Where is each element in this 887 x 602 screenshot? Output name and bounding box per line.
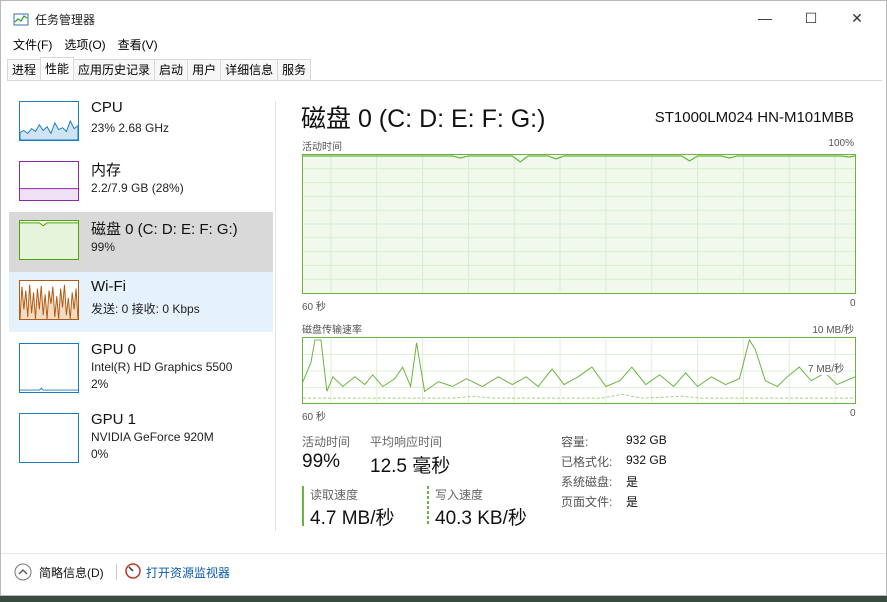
tab-performance[interactable]: 性能 bbox=[40, 57, 75, 80]
transfer-rate-x-end: 0 bbox=[850, 408, 856, 419]
sidebar-item-detail: 23% 2.68 GHz bbox=[91, 121, 170, 135]
footer-divider bbox=[116, 564, 117, 580]
active-time-x-start: 60 秒 bbox=[302, 302, 326, 313]
sidebar-item-detail: 2.2/7.9 GB (28%) bbox=[91, 181, 184, 195]
gpu1-thumbnail-graph bbox=[19, 413, 79, 463]
transfer-rate-mid-label: 7 MB/秒 bbox=[808, 360, 845, 375]
sidebar-item-label: 内存 bbox=[91, 162, 122, 179]
formatted-value: 932 GB bbox=[626, 453, 667, 467]
minimize-button[interactable]: — bbox=[742, 1, 788, 35]
response-time-label: 平均响应时间 bbox=[370, 435, 443, 449]
page-file-value: 是 bbox=[626, 495, 639, 509]
transfer-rate-graph-max: 10 MB/秒 bbox=[812, 325, 854, 336]
formatted-label: 已格式化: bbox=[561, 455, 613, 469]
transfer-rate-x-start: 60 秒 bbox=[302, 412, 326, 423]
gpu0-thumbnail-graph bbox=[19, 343, 79, 393]
sidebar-item-label: GPU 0 bbox=[91, 341, 137, 358]
resource-sidebar: CPU 23% 2.68 GHz 内存 2.2/7.9 GB (28%) 磁盘 … bbox=[9, 93, 273, 533]
sidebar-item-label: Wi-Fi bbox=[91, 278, 126, 295]
panel-divider[interactable] bbox=[275, 101, 276, 531]
sidebar-item-usage: 0% bbox=[91, 447, 109, 461]
sidebar-item-disk[interactable]: 磁盘 0 (C: D: E: F: G:) 99% bbox=[9, 212, 273, 272]
active-time-graph-max: 100% bbox=[828, 138, 854, 149]
tab-users[interactable]: 用户 bbox=[187, 59, 222, 80]
active-time-x-end: 0 bbox=[850, 298, 856, 309]
transfer-rate-graph bbox=[302, 337, 856, 404]
disk-title: 磁盘 0 (C: D: E: F: G:) bbox=[301, 105, 546, 133]
read-speed-indicator bbox=[302, 486, 304, 526]
tab-services[interactable]: 服务 bbox=[277, 59, 312, 80]
capacity-value: 932 GB bbox=[626, 433, 667, 447]
active-time-value: 99% bbox=[302, 451, 341, 472]
tab-details[interactable]: 详细信息 bbox=[220, 59, 279, 80]
menu-options[interactable]: 选项(O) bbox=[58, 36, 111, 56]
sidebar-item-label: 磁盘 0 (C: D: E: F: G:) bbox=[91, 221, 238, 238]
window-title: 任务管理器 bbox=[35, 13, 96, 27]
sidebar-item-detail: NVIDIA GeForce 920M bbox=[91, 430, 214, 444]
maximize-button[interactable]: ☐ bbox=[788, 1, 834, 35]
read-speed-value: 4.7 MB/秒 bbox=[310, 508, 395, 529]
active-time-graph bbox=[302, 154, 856, 294]
sidebar-item-gpu1[interactable]: GPU 1 NVIDIA GeForce 920M 0% bbox=[9, 405, 273, 475]
chevron-up-icon[interactable] bbox=[14, 563, 32, 581]
sidebar-item-label: CPU bbox=[91, 99, 123, 116]
read-speed-label: 读取速度 bbox=[310, 488, 359, 502]
disk-thumbnail-graph bbox=[19, 220, 79, 260]
fewer-details-button[interactable]: 简略信息(D) bbox=[39, 564, 104, 581]
tab-strip: 进程 性能 应用历史记录 启动 用户 详细信息 服务 bbox=[7, 57, 882, 81]
sidebar-item-gpu0[interactable]: GPU 0 Intel(R) HD Graphics 5500 2% bbox=[9, 335, 273, 405]
menu-file[interactable]: 文件(F) bbox=[7, 36, 58, 56]
response-time-value: 12.5 毫秒 bbox=[370, 456, 451, 477]
memory-thumbnail-graph bbox=[19, 161, 79, 201]
sidebar-item-detail: 发送: 0 接收: 0 Kbps bbox=[91, 302, 200, 316]
tab-processes[interactable]: 进程 bbox=[7, 59, 42, 80]
disk-model: ST1000LM024 HN-M101MBB bbox=[654, 109, 854, 126]
sidebar-item-detail: 99% bbox=[91, 240, 116, 254]
page-file-label: 页面文件: bbox=[561, 495, 613, 509]
write-speed-label: 写入速度 bbox=[435, 488, 484, 502]
cpu-thumbnail-graph bbox=[19, 101, 79, 141]
sidebar-item-wifi[interactable]: Wi-Fi 发送: 0 接收: 0 Kbps bbox=[9, 272, 273, 332]
task-manager-window: 任务管理器 — ☐ ✕ 文件(F) 选项(O) 查看(V) 进程 性能 应用历史… bbox=[0, 0, 887, 596]
wifi-thumbnail-graph bbox=[19, 280, 79, 320]
task-manager-app-icon bbox=[13, 13, 29, 26]
open-resource-monitor-link[interactable]: 打开资源监视器 bbox=[146, 564, 230, 581]
menu-bar: 文件(F) 选项(O) 查看(V) bbox=[7, 36, 164, 56]
sidebar-item-usage: 2% bbox=[91, 377, 109, 391]
active-time-graph-label: 活动时间 bbox=[302, 142, 342, 153]
transfer-rate-graph-label: 磁盘传输速率 bbox=[302, 325, 362, 336]
tab-app-history[interactable]: 应用历史记录 bbox=[73, 59, 156, 80]
capacity-label: 容量: bbox=[561, 435, 589, 449]
close-button[interactable]: ✕ bbox=[834, 1, 880, 35]
title-bar: 任务管理器 — ☐ ✕ bbox=[1, 1, 886, 35]
write-speed-value: 40.3 KB/秒 bbox=[435, 508, 527, 529]
active-time-label: 活动时间 bbox=[302, 435, 351, 449]
sidebar-item-label: GPU 1 bbox=[91, 411, 137, 428]
write-speed-indicator bbox=[427, 486, 429, 526]
sidebar-item-cpu[interactable]: CPU 23% 2.68 GHz bbox=[9, 93, 273, 153]
sidebar-item-memory[interactable]: 内存 2.2/7.9 GB (28%) bbox=[9, 153, 273, 213]
system-disk-value: 是 bbox=[626, 475, 639, 489]
system-disk-label: 系统磁盘: bbox=[561, 475, 613, 489]
footer-bar: 简略信息(D) 打开资源监视器 bbox=[1, 553, 886, 593]
resource-monitor-icon[interactable] bbox=[125, 563, 141, 579]
menu-view[interactable]: 查看(V) bbox=[112, 36, 164, 56]
tab-startup[interactable]: 启动 bbox=[154, 59, 189, 80]
sidebar-item-detail: Intel(R) HD Graphics 5500 bbox=[91, 360, 233, 374]
